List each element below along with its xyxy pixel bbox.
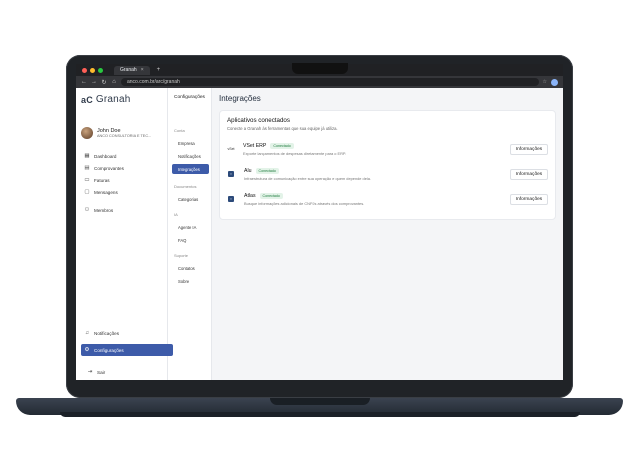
camera-notch xyxy=(292,63,348,74)
card-subtitle: Conecte a Granah às ferramentas que sua … xyxy=(227,126,338,131)
receipt-icon: ▤ xyxy=(84,165,90,171)
info-button[interactable]: Informações xyxy=(510,193,548,205)
reload-icon[interactable]: ↻ xyxy=(101,79,107,86)
laptop-groove xyxy=(270,398,370,405)
sidebar-item-label: Membros xyxy=(94,207,114,213)
submenu-group-conta: Conta xyxy=(174,128,185,133)
url-text: anco.com.br/arc/granah xyxy=(127,79,180,85)
sidebar-item-label: Notificações xyxy=(94,330,120,336)
close-window-icon[interactable] xyxy=(82,67,87,73)
page-title: Integrações xyxy=(219,94,261,103)
maximize-window-icon[interactable] xyxy=(98,67,103,73)
app-name: Alu xyxy=(244,167,252,174)
dashboard-icon: ▦ xyxy=(84,153,90,159)
sidebar-item-dashboard[interactable]: ▦ Dashboard xyxy=(81,153,162,159)
tab-close-icon[interactable]: × xyxy=(141,67,144,73)
browser-tab[interactable]: Granah × xyxy=(114,65,150,75)
submenu-item-contatos[interactable]: Contatos xyxy=(168,265,211,271)
atlas-logo-icon: ▪ xyxy=(228,196,234,202)
app-description: Exporte lançamentos de despesas diretame… xyxy=(243,150,347,156)
tab-title: Granah xyxy=(120,67,137,73)
main-content: Integrações Aplicativos conectados Conec… xyxy=(212,88,563,380)
submenu-group-ia: IA xyxy=(174,212,178,217)
submenu-item-empresa[interactable]: Empresa xyxy=(168,140,211,146)
settings-submenu: Configurações Conta Empresa Notificações… xyxy=(168,88,212,380)
sidebar-menu: ▦ Dashboard ▤ Comprovantes ▭ Faturas ▢ M… xyxy=(81,153,162,213)
list-item: ▪ Alu Conectado Infraestrutura de comuni… xyxy=(227,166,548,182)
screen: Granah × + ← → ↻ ⌂ anco.com.br/arc/grana… xyxy=(76,64,563,380)
sidebar-item-label: Configurações xyxy=(94,347,124,353)
card-title: Aplicativos conectados xyxy=(227,117,290,124)
sidebar-item-sair[interactable]: ⇥ Sair xyxy=(84,369,105,375)
app-name: VSet ERP xyxy=(243,142,267,149)
gear-icon: ⚙ xyxy=(84,347,90,353)
address-bar[interactable]: anco.com.br/arc/granah xyxy=(121,78,539,86)
user-profile[interactable]: John Doe ANCO CONSULTORIA E TEC... xyxy=(81,127,162,139)
sidebar-item-comprovantes[interactable]: ▤ Comprovantes xyxy=(81,165,162,171)
list-item: vSet VSet ERP Conectado Exporte lançamen… xyxy=(227,141,548,157)
sidebar-bottom: ♫ Notificações ⚙ Configurações xyxy=(81,330,173,364)
submenu-item-faq[interactable]: FAQ xyxy=(168,237,211,243)
sidebar-item-label: Dashboard xyxy=(94,153,117,159)
sidebar-item-faturas[interactable]: ▭ Faturas xyxy=(81,177,162,183)
sidebar-item-mensagens[interactable]: ▢ Mensagens xyxy=(81,189,162,195)
list-item: ▪ Atlas Conectado Busque informações adi… xyxy=(227,191,548,207)
forward-icon[interactable]: → xyxy=(91,79,97,85)
sidebar-item-configuracoes[interactable]: ⚙ Configurações xyxy=(81,344,173,356)
logout-icon: ⇥ xyxy=(87,369,93,375)
sidebar-item-notificacoes[interactable]: ♫ Notificações xyxy=(81,330,167,336)
info-button[interactable]: Informações xyxy=(510,168,548,180)
user-org: ANCO CONSULTORIA E TEC... xyxy=(97,134,152,138)
submenu-item-agente-ia[interactable]: Agente IA xyxy=(168,224,211,230)
new-tab-icon[interactable]: + xyxy=(157,67,161,73)
app-description: Busque informações adicionais de CNPJs a… xyxy=(244,200,365,206)
sidebar-item-membros[interactable]: ⚇ Membros xyxy=(81,207,162,213)
submenu-title: Configurações xyxy=(174,95,205,100)
bookmark-star-icon[interactable]: ☆ xyxy=(543,79,547,85)
status-badge: Conectado xyxy=(255,167,279,174)
submenu-item-sobre[interactable]: Sobre xyxy=(168,278,211,284)
sidebar-item-label: Sair xyxy=(97,369,106,375)
submenu-item-integracoes[interactable]: Integrações xyxy=(172,164,209,174)
status-badge: Conectado xyxy=(259,192,283,199)
submenu-group-documentos: Documentos xyxy=(174,184,197,189)
sidebar-item-label: Comprovantes xyxy=(94,165,124,171)
info-button[interactable]: Informações xyxy=(510,143,548,155)
message-icon: ▢ xyxy=(84,189,90,195)
profile-avatar-icon[interactable] xyxy=(551,78,558,86)
alu-logo-icon: ▪ xyxy=(228,171,234,177)
laptop-mockup: Granah × + ← → ↻ ⌂ anco.com.br/arc/grana… xyxy=(0,0,640,472)
laptop-feet xyxy=(60,412,580,417)
submenu-item-notificacoes[interactable]: Notificações xyxy=(168,153,211,159)
granah-app: aC Granah John Doe ANCO CONSULTORIA E TE… xyxy=(76,88,563,380)
logo-mark-icon: aC xyxy=(81,94,93,105)
bell-icon: ♫ xyxy=(84,330,90,336)
status-badge: Conectado xyxy=(270,142,294,149)
logo-text: Granah xyxy=(95,94,131,105)
app-name: Atlas xyxy=(244,192,256,199)
sidebar-item-label: Faturas xyxy=(94,177,110,183)
sidebar-item-label: Mensagens xyxy=(94,189,118,195)
connected-apps-card: Aplicativos conectados Conecte a Granah … xyxy=(219,110,556,220)
vset-logo-icon: vSet xyxy=(227,147,235,151)
submenu-group-suporte: Suporte xyxy=(174,253,189,258)
submenu-item-categorias[interactable]: Categorias xyxy=(168,196,211,202)
users-icon: ⚇ xyxy=(84,207,90,213)
minimize-window-icon[interactable] xyxy=(90,67,95,73)
sidebar: aC Granah John Doe ANCO CONSULTORIA E TE… xyxy=(76,88,173,380)
invoice-icon: ▭ xyxy=(84,177,90,183)
app-description: Infraestrutura de comunicação entre sua … xyxy=(244,175,371,181)
avatar xyxy=(81,127,93,139)
browser-toolbar: ← → ↻ ⌂ anco.com.br/arc/granah ☆ xyxy=(76,76,563,88)
logo[interactable]: aC Granah xyxy=(81,94,162,105)
home-icon[interactable]: ⌂ xyxy=(111,79,117,85)
back-icon[interactable]: ← xyxy=(81,79,87,85)
